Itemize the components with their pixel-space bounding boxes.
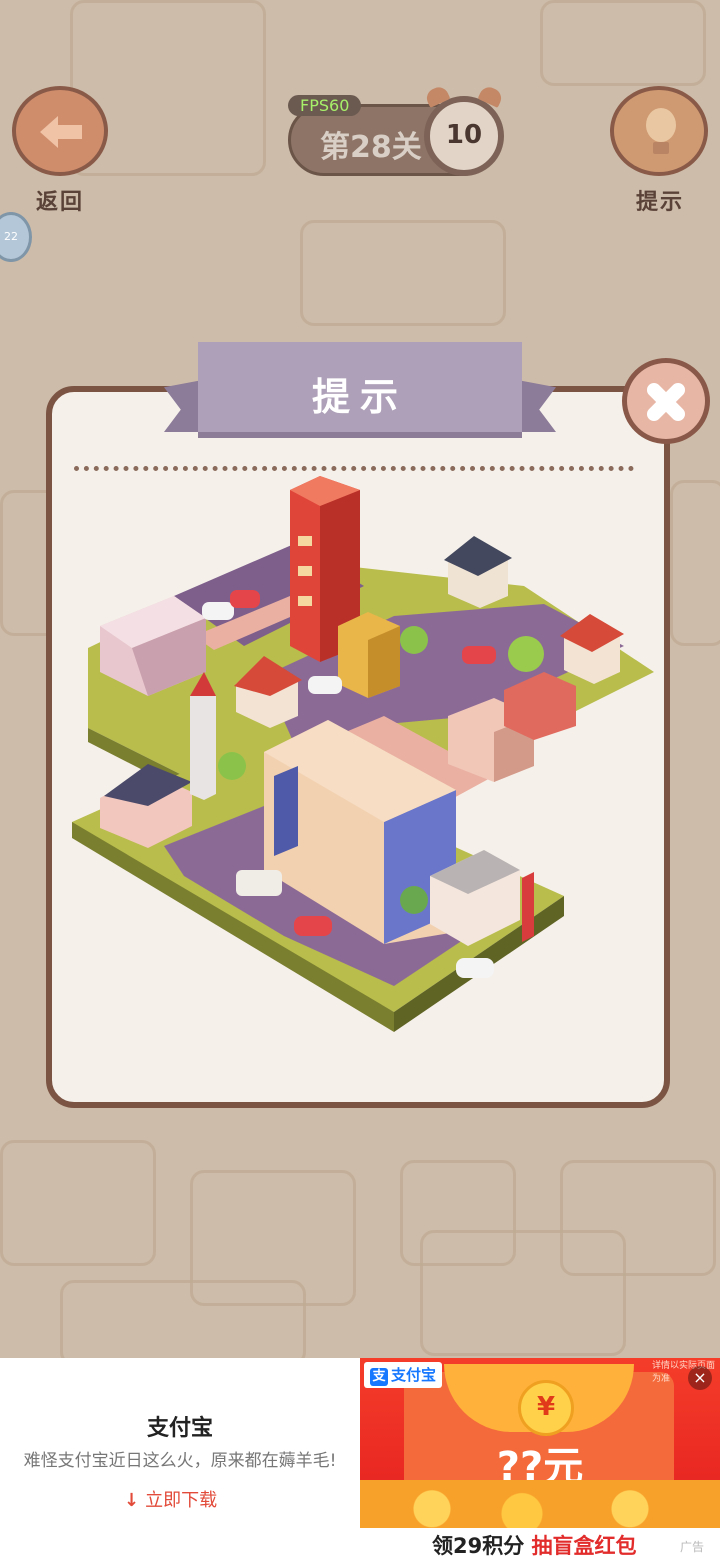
gold-coins	[360, 1480, 720, 1528]
alipay-badge: 支支付宝	[364, 1362, 443, 1388]
bus	[236, 870, 282, 896]
tree	[400, 626, 428, 654]
car	[456, 958, 494, 978]
close-button[interactable]	[622, 358, 710, 444]
ad-caption[interactable]: 领29积分 抽盲盒红包	[432, 1530, 637, 1560]
tree	[508, 636, 544, 672]
alipay-logo-icon: 支	[370, 1368, 388, 1386]
ad-caption-prefix: 领29积分	[432, 1534, 525, 1558]
back-arrow-icon	[40, 116, 82, 148]
level-label: 第28关	[320, 130, 422, 165]
yellow-building	[338, 612, 400, 698]
car	[308, 676, 342, 694]
car	[462, 646, 496, 664]
coin-icon: ¥	[518, 1380, 574, 1436]
ad-close-button[interactable]: ×	[688, 1366, 712, 1390]
car	[294, 916, 332, 936]
fps-counter: FPS60	[288, 95, 362, 116]
ad-marker: 广告	[680, 1540, 705, 1554]
timer-value: 10	[445, 120, 483, 150]
download-icon: ↓	[124, 1490, 140, 1511]
tree	[400, 886, 428, 914]
ad-description[interactable]: 难怪支付宝近日这么火，原来都在薅羊毛!	[0, 1446, 360, 1471]
lightbulb-icon	[646, 108, 676, 142]
dotted-divider	[74, 466, 634, 471]
ad-title[interactable]: 支付宝	[0, 1410, 360, 1442]
dialog-title: 提示	[311, 375, 408, 419]
tree	[218, 752, 246, 780]
hint-label: 提示	[636, 190, 685, 215]
ad-caption-highlight: 抽盲盒红包	[531, 1534, 637, 1558]
download-label: 立即下载	[145, 1490, 218, 1511]
alipay-brand-label: 支付宝	[391, 1366, 437, 1384]
download-link[interactable]: ↓ 立即下载	[124, 1486, 217, 1512]
hint-image	[72, 476, 654, 1032]
car	[230, 590, 260, 608]
lightbulb-base	[653, 142, 669, 154]
back-label: 返回	[36, 190, 85, 215]
clock-tower	[190, 672, 216, 800]
car	[202, 602, 234, 620]
hint-button[interactable]	[610, 86, 708, 176]
back-button[interactable]	[12, 86, 108, 176]
